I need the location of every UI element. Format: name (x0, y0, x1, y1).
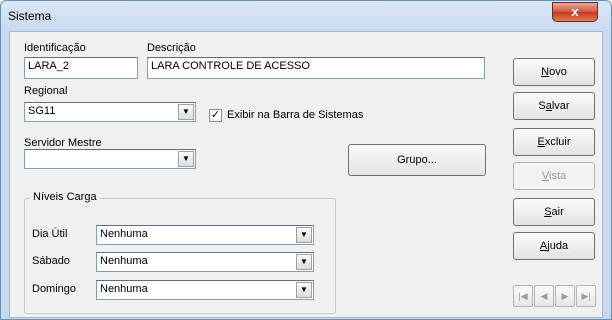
excluir-label-post: xcluir (544, 136, 571, 148)
regional-label: Regional (24, 85, 68, 97)
excluir-label-key: E (537, 136, 545, 148)
chevron-down-icon[interactable]: ▼ (178, 104, 194, 120)
sabado-value: Nenhuma (100, 255, 148, 267)
dia-util-label: Dia Útil (32, 228, 68, 240)
descricao-input[interactable]: LARA CONTROLE DE ACESSO (147, 57, 485, 79)
close-button[interactable]: x (552, 2, 598, 22)
niveis-carga-title: Níveis Carga (30, 191, 100, 203)
sabado-select[interactable]: Nenhuma ▼ (96, 252, 314, 272)
exibir-label: Exibir na Barra de Sistemas (227, 109, 364, 121)
chevron-down-icon[interactable]: ▼ (178, 151, 194, 167)
vista-button[interactable]: Vista (513, 162, 595, 190)
novo-label-post: ovo (549, 66, 567, 78)
sabado-label: Sábado (32, 255, 70, 267)
domingo-value: Nenhuma (100, 283, 148, 295)
grupo-button-label: Grupo... (397, 154, 437, 166)
regional-value: SG11 (28, 105, 56, 117)
salvar-button[interactable]: Salvar (513, 92, 595, 120)
nav-next-icon: ▶ (561, 291, 569, 301)
domingo-label: Domingo (32, 283, 77, 295)
nav-next-button[interactable]: ▶ (555, 285, 575, 307)
title-bar[interactable]: Sistema x (1, 1, 611, 31)
dialog-window: Sistema x Identificação LARA_2 Descrição… (0, 0, 612, 320)
nav-last-button[interactable]: ▶| (576, 285, 596, 307)
sair-label-post: air (551, 206, 564, 218)
nav-first-button[interactable]: |◀ (513, 285, 533, 307)
identificacao-label: Identificação (24, 42, 86, 54)
descricao-label: Descrição (147, 42, 196, 54)
descricao-value: LARA CONTROLE DE ACESSO (151, 60, 310, 72)
identificacao-value: LARA_2 (28, 60, 69, 72)
chevron-down-icon[interactable]: ▼ (296, 227, 312, 243)
servidor-label: Servidor Mestre (24, 137, 102, 149)
dia-util-select[interactable]: Nenhuma ▼ (96, 225, 314, 245)
salvar-label-pre: S (538, 100, 546, 112)
novo-label-key: N (541, 66, 550, 78)
dia-util-value: Nenhuma (100, 228, 148, 240)
excluir-button[interactable]: Excluir (513, 128, 595, 156)
vista-label-post: ista (549, 170, 567, 182)
window-title: Sistema (8, 9, 52, 23)
identificacao-input[interactable]: LARA_2 (24, 57, 138, 79)
vista-label-key: V (541, 170, 549, 182)
exibir-checkbox[interactable]: ✓ (209, 109, 222, 122)
salvar-label-post: lvar (551, 100, 570, 112)
chevron-down-icon[interactable]: ▼ (296, 282, 312, 298)
checkmark-icon: ✓ (210, 109, 221, 121)
dialog-client-area: Identificação LARA_2 Descrição LARA CONT… (9, 31, 603, 318)
nav-prev-button[interactable]: ◀ (534, 285, 554, 307)
sair-label-key: S (544, 206, 552, 218)
nav-last-icon: ▶| (581, 291, 591, 301)
ajuda-button[interactable]: Ajuda (513, 232, 595, 260)
sair-button[interactable]: Sair (513, 198, 595, 226)
chevron-down-icon[interactable]: ▼ (296, 254, 312, 270)
servidor-select[interactable]: ▼ (24, 149, 196, 169)
regional-select[interactable]: SG11 ▼ (24, 102, 196, 122)
domingo-select[interactable]: Nenhuma ▼ (96, 280, 314, 300)
nav-prev-icon: ◀ (540, 291, 548, 301)
ajuda-label-post: juda (547, 240, 569, 252)
close-icon: x (571, 4, 579, 19)
nav-first-icon: |◀ (518, 291, 528, 301)
novo-button[interactable]: Novo (513, 58, 595, 86)
grupo-button[interactable]: Grupo... (348, 144, 486, 176)
